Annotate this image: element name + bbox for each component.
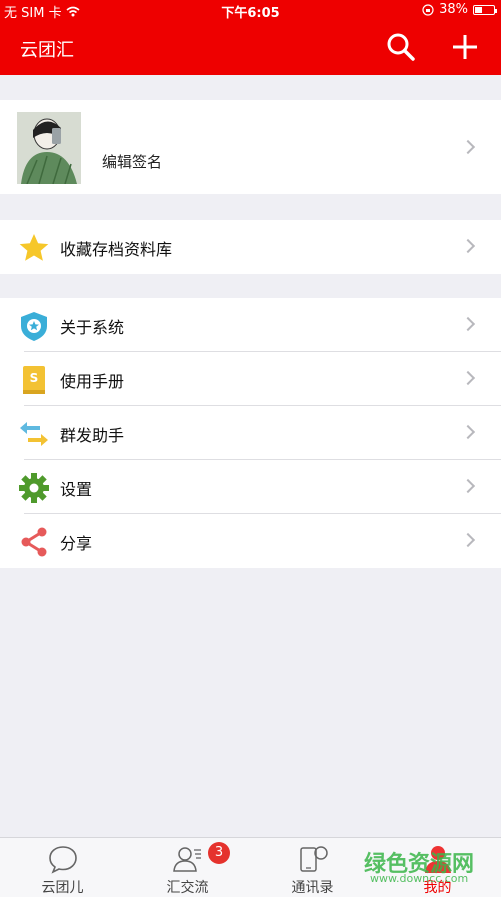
chevron-right-icon <box>460 532 476 548</box>
manual-book-icon: S <box>23 366 45 394</box>
notification-badge: 3 <box>208 842 230 864</box>
orientation-lock-icon <box>422 3 434 16</box>
menu-item-broadcast[interactable]: 群发助手 <box>0 406 501 460</box>
shield-icon <box>21 312 47 341</box>
menu-item-manual[interactable]: S 使用手册 <box>0 352 501 406</box>
menu-item-favorites[interactable]: 收藏存档资料库 <box>0 220 501 274</box>
page-title: 云团汇 <box>20 40 74 61</box>
tab-exchange[interactable]: 汇交流 <box>125 838 250 897</box>
gear-icon <box>19 473 49 503</box>
battery-percent: 38% <box>439 2 468 17</box>
chevron-right-icon <box>460 238 476 254</box>
share-icon <box>21 527 47 557</box>
profile-card[interactable]: 白雷 编辑签名 <box>0 100 501 243</box>
nav-bar: 云团汇 <box>0 20 501 75</box>
transfer-arrows-icon <box>20 422 48 446</box>
favorites-section: 收藏存档资料库 <box>0 220 501 274</box>
menu-label-broadcast: 群发助手 <box>60 426 125 445</box>
chevron-right-icon <box>460 139 476 155</box>
menu-label-share: 分享 <box>60 534 93 553</box>
menu-label-favorites: 收藏存档资料库 <box>60 240 173 259</box>
chat-bubble-icon <box>49 846 77 874</box>
menu-item-about[interactable]: 关于系统 <box>0 298 501 352</box>
edit-signature[interactable]: 编辑签名 <box>102 151 162 172</box>
menu-item-share[interactable]: 分享 <box>0 514 501 568</box>
menu-label-about: 关于系统 <box>60 318 125 337</box>
chevron-right-icon <box>460 370 476 386</box>
menu-label-manual: 使用手册 <box>60 372 125 391</box>
tab-cloud-group[interactable]: 云团儿 <box>0 838 125 897</box>
watermark-url: www.downcc.com <box>370 872 469 885</box>
tab-label: 通讯录 <box>291 880 334 896</box>
tab-label: 云团儿 <box>41 880 84 896</box>
star-icon <box>19 234 49 261</box>
contacts-list-icon <box>173 847 201 872</box>
svg-text:S: S <box>30 371 39 385</box>
status-bar: 无 SIM 卡 下午6:05 38% <box>0 0 501 21</box>
menu-label-settings: 设置 <box>60 480 93 499</box>
search-icon[interactable] <box>386 32 416 62</box>
add-icon[interactable] <box>450 32 480 62</box>
battery-icon <box>473 4 497 15</box>
menu-item-settings[interactable]: 设置 <box>0 460 501 514</box>
chevron-right-icon <box>460 424 476 440</box>
chevron-right-icon <box>460 478 476 494</box>
chevron-right-icon <box>460 316 476 332</box>
tab-contacts[interactable]: 通讯录 <box>250 838 375 897</box>
avatar <box>17 112 81 184</box>
tab-label: 汇交流 <box>166 880 209 896</box>
system-section: 关于系统 S 使用手册 群发助手 设置 分享 <box>0 298 501 568</box>
phone-book-icon <box>300 846 328 872</box>
